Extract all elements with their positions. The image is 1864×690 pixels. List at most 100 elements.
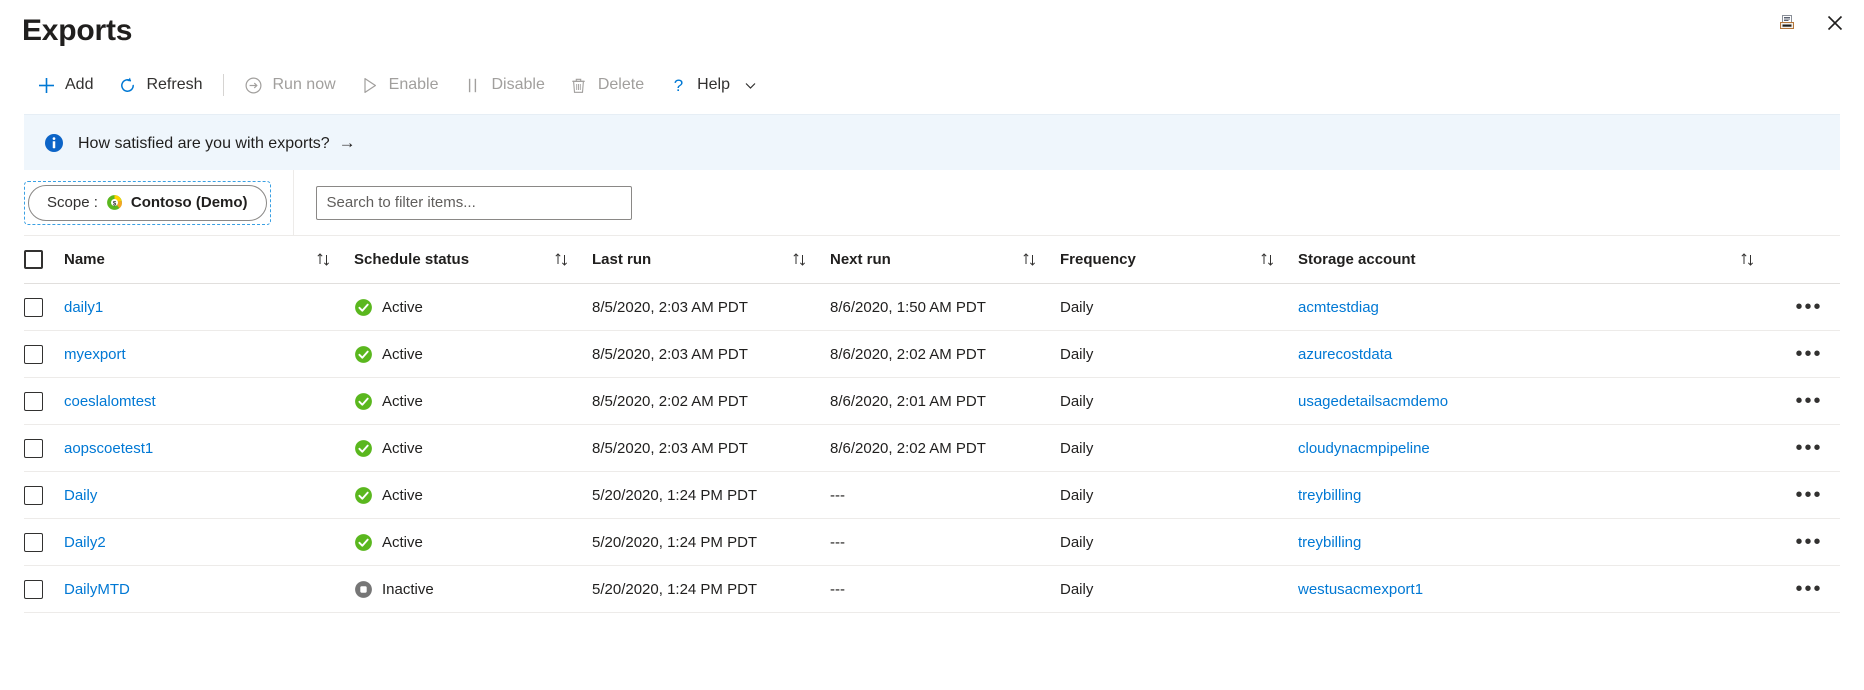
ellipsis-icon[interactable]: ••• — [1795, 391, 1822, 411]
cell-name: Daily — [64, 487, 354, 504]
storage-account-link[interactable]: westusacmexport1 — [1298, 581, 1423, 598]
toolbar-divider-1 — [223, 74, 224, 96]
cell-name: aopscoetest1 — [64, 440, 354, 457]
sort-arrows-icon[interactable] — [791, 251, 822, 268]
pause-icon — [462, 75, 482, 95]
row-checkbox[interactable] — [24, 439, 43, 458]
row-select-cell — [24, 580, 64, 599]
row-checkbox[interactable] — [24, 486, 43, 505]
cell-next-run: 8/6/2020, 2:01 AM PDT — [830, 393, 1060, 410]
cell-schedule-status: Active — [354, 486, 592, 505]
trash-icon — [569, 75, 589, 95]
table-header-row: Name Schedule status — [24, 236, 1840, 284]
table-row[interactable]: DailyMTD Inactive 5/20/2020, 1:24 PM PDT--… — [24, 566, 1840, 613]
column-header-name[interactable]: Name — [64, 251, 354, 268]
page-title: Exports — [22, 16, 132, 46]
row-checkbox[interactable] — [24, 580, 43, 599]
export-name-link[interactable]: Daily — [64, 487, 97, 504]
donut-chart-icon: $ — [106, 194, 123, 211]
table-row[interactable]: coeslalomtestActive8/5/2020, 2:02 AM PDT… — [24, 378, 1840, 425]
column-header-schedule-status[interactable]: Schedule status — [354, 251, 592, 268]
export-name-link[interactable]: aopscoetest1 — [64, 440, 153, 457]
cell-last-run: 8/5/2020, 2:03 AM PDT — [592, 346, 830, 363]
refresh-icon — [117, 75, 137, 95]
column-header-frequency-label: Frequency — [1060, 251, 1136, 268]
ellipsis-icon[interactable]: ••• — [1795, 297, 1822, 317]
export-name-link[interactable]: Daily2 — [64, 534, 106, 551]
add-button[interactable]: Add — [24, 67, 105, 103]
storage-account-link[interactable]: azurecostdata — [1298, 346, 1392, 363]
status-label: Active — [382, 487, 423, 504]
column-header-frequency[interactable]: Frequency — [1060, 251, 1298, 268]
row-checkbox[interactable] — [24, 298, 43, 317]
cell-next-run: --- — [830, 581, 1060, 598]
ellipsis-icon[interactable]: ••• — [1795, 532, 1822, 552]
cell-next-run: 8/6/2020, 2:02 AM PDT — [830, 346, 1060, 363]
table-row[interactable]: aopscoetest1Active8/5/2020, 2:03 AM PDT8… — [24, 425, 1840, 472]
help-button[interactable]: ? Help — [656, 67, 770, 103]
row-select-cell — [24, 345, 64, 364]
title-bar-actions — [1774, 10, 1848, 36]
storage-account-link[interactable]: treybilling — [1298, 534, 1361, 551]
sort-arrows-icon[interactable] — [553, 251, 584, 268]
cell-storage-account: treybilling — [1298, 487, 1778, 504]
enable-button[interactable]: Enable — [348, 67, 451, 103]
ellipsis-icon[interactable]: ••• — [1795, 579, 1822, 599]
ellipsis-icon[interactable]: ••• — [1795, 344, 1822, 364]
search-input[interactable] — [316, 186, 632, 220]
run-now-button-label: Run now — [273, 76, 336, 94]
storage-account-link[interactable]: acmtestdiag — [1298, 299, 1379, 316]
scope-cell: Scope : $ Contoso (Demo) — [24, 170, 294, 235]
row-checkbox[interactable] — [24, 392, 43, 411]
column-header-next-run-label: Next run — [830, 251, 891, 268]
add-button-label: Add — [65, 76, 93, 94]
export-name-link[interactable]: myexport — [64, 346, 126, 363]
export-name-link[interactable]: DailyMTD — [64, 581, 130, 598]
column-header-storage-account[interactable]: Storage account — [1298, 251, 1778, 268]
print-icon[interactable] — [1774, 10, 1800, 36]
storage-account-link[interactable]: cloudynacmpipeline — [1298, 440, 1430, 457]
cell-frequency: Daily — [1060, 346, 1298, 363]
export-name-link[interactable]: daily1 — [64, 299, 103, 316]
info-icon — [44, 133, 64, 153]
scope-label: Scope : — [47, 194, 98, 211]
storage-account-link[interactable]: usagedetailsacmdemo — [1298, 393, 1448, 410]
arrow-right-icon: → — [339, 133, 356, 153]
status-label: Active — [382, 346, 423, 363]
ellipsis-icon[interactable]: ••• — [1795, 438, 1822, 458]
survey-link[interactable]: How satisfied are you with exports? → — [78, 133, 356, 153]
cell-last-run: 5/20/2020, 1:24 PM PDT — [592, 581, 830, 598]
table-row[interactable]: DailyActive5/20/2020, 1:24 PM PDT---Dail… — [24, 472, 1840, 519]
close-icon[interactable] — [1822, 10, 1848, 36]
sort-arrows-icon[interactable] — [1259, 251, 1290, 268]
cell-schedule-status: Active — [354, 439, 592, 458]
column-header-last-run-label: Last run — [592, 251, 651, 268]
disable-button[interactable]: Disable — [450, 67, 556, 103]
sort-arrows-icon[interactable] — [315, 251, 346, 268]
column-header-next-run[interactable]: Next run — [830, 251, 1060, 268]
status-label: Active — [382, 534, 423, 551]
row-checkbox[interactable] — [24, 345, 43, 364]
storage-account-link[interactable]: treybilling — [1298, 487, 1361, 504]
column-header-last-run[interactable]: Last run — [592, 251, 830, 268]
search-cell — [294, 186, 632, 220]
cell-name: myexport — [64, 346, 354, 363]
cell-frequency: Daily — [1060, 393, 1298, 410]
table-row[interactable]: daily1Active8/5/2020, 2:03 AM PDT8/6/202… — [24, 284, 1840, 331]
sort-arrows-icon[interactable] — [1021, 251, 1052, 268]
cell-storage-account: westusacmexport1 — [1298, 581, 1778, 598]
run-now-button[interactable]: Run now — [232, 67, 348, 103]
table-row[interactable]: Daily2Active5/20/2020, 1:24 PM PDT---Dai… — [24, 519, 1840, 566]
refresh-button[interactable]: Refresh — [105, 67, 214, 103]
row-checkbox[interactable] — [24, 533, 43, 552]
select-all-checkbox[interactable] — [24, 250, 43, 269]
status-label: Inactive — [382, 581, 434, 598]
scope-picker[interactable]: Scope : $ Contoso (Demo) — [28, 185, 267, 221]
delete-button[interactable]: Delete — [557, 67, 656, 103]
cell-last-run: 8/5/2020, 2:02 AM PDT — [592, 393, 830, 410]
export-name-link[interactable]: coeslalomtest — [64, 393, 156, 410]
ellipsis-icon[interactable]: ••• — [1795, 485, 1822, 505]
table-row[interactable]: myexport Active 8/5/2020, 2:03 AM PDT8/6/2… — [24, 331, 1840, 378]
sort-arrows-icon[interactable] — [1739, 251, 1770, 268]
status-active-icon — [354, 392, 373, 411]
